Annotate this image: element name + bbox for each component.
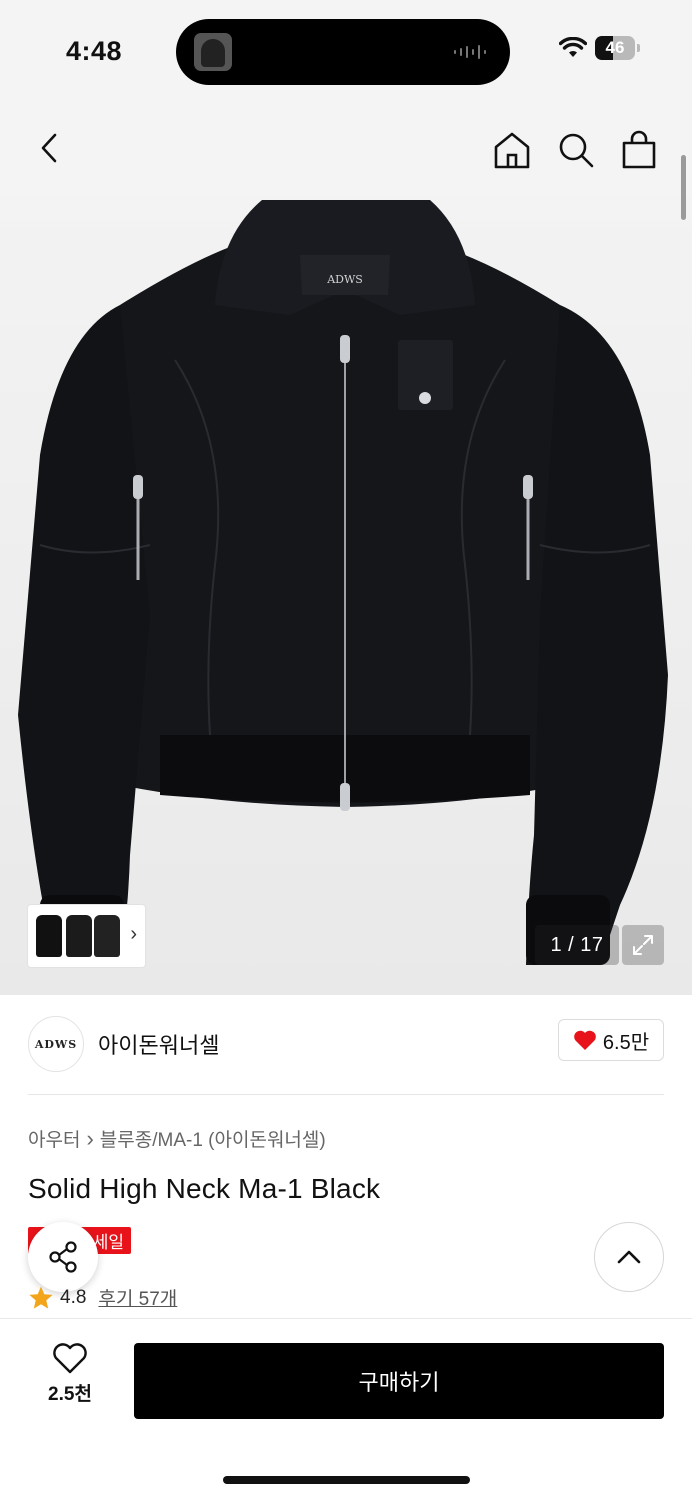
sale-badge-label: 세일 <box>92 1233 124 1252</box>
status-indicators: 46 <box>559 36 640 60</box>
heart-icon <box>574 1030 596 1050</box>
brand-logo[interactable]: ADWS <box>28 1016 84 1072</box>
share-icon <box>49 1241 77 1273</box>
status-bar: 4:48 46 <box>0 0 692 100</box>
bag-icon[interactable] <box>620 130 658 170</box>
thumbnail-1[interactable] <box>36 915 62 957</box>
breadcrumb: 아우터 › 블루종/MA-1 (아이돈워너셀) <box>28 1125 326 1152</box>
home-indicator[interactable] <box>223 1476 470 1484</box>
svg-text:ADWS: ADWS <box>326 273 363 286</box>
review-link[interactable]: 후기 57개 <box>98 1284 177 1311</box>
garment-label: ADWS <box>326 273 363 286</box>
home-icon[interactable] <box>492 130 532 170</box>
heart-outline-icon <box>53 1343 87 1374</box>
divider <box>28 1094 664 1095</box>
chevron-right-icon[interactable]: › <box>130 923 137 946</box>
brand-like-button[interactable]: 6.5만 <box>558 1019 664 1061</box>
battery-level: 46 <box>605 38 625 57</box>
back-icon[interactable] <box>32 130 68 166</box>
breadcrumb-subcategory[interactable]: 블루종/MA-1 (아이돈워너셀) <box>100 1125 326 1152</box>
expand-image-button[interactable] <box>622 925 664 965</box>
brand-name[interactable]: 아이돈워너셀 <box>98 1028 219 1060</box>
now-playing-artwork <box>194 33 232 71</box>
image-thumbnail-strip[interactable]: › <box>28 905 145 967</box>
brand-like-count: 6.5만 <box>602 1031 650 1054</box>
rating-score: 4.8 <box>60 1286 87 1308</box>
product-image-carousel[interactable]: ADWS <box>0 195 692 995</box>
buy-button[interactable]: 구매하기 <box>134 1343 664 1419</box>
bottom-action-bar: 2.5천 구매하기 <box>0 1318 692 1500</box>
thumbnail-3[interactable] <box>94 915 120 957</box>
battery-indicator: 46 <box>595 36 635 60</box>
expand-icon <box>633 935 653 955</box>
scroll-indicator[interactable] <box>681 155 686 220</box>
breadcrumb-separator: › <box>86 1125 94 1151</box>
audio-wave-icon <box>454 45 486 59</box>
product-title: Solid High Neck Ma-1 Black <box>28 1173 381 1204</box>
thumbnail-2[interactable] <box>66 915 92 957</box>
star-icon <box>29 1286 53 1309</box>
status-time: 4:48 <box>66 36 123 66</box>
rating-row: 4.8 후기 57개 <box>28 1284 177 1311</box>
wishlist-button[interactable]: 2.5천 <box>34 1343 106 1406</box>
wifi-icon <box>559 37 587 57</box>
dynamic-island[interactable] <box>176 19 510 85</box>
share-button[interactable] <box>28 1222 98 1292</box>
breadcrumb-category[interactable]: 아우터 <box>28 1125 80 1152</box>
image-page-counter: 1 / 17 <box>535 925 619 965</box>
brand-row[interactable]: ADWS 아이돈워너셀 6.5만 <box>0 995 692 1095</box>
chevron-up-icon <box>617 1250 641 1264</box>
wishlist-count: 2.5천 <box>48 1384 92 1405</box>
top-nav <box>0 100 692 195</box>
search-icon[interactable] <box>556 130 596 170</box>
scroll-to-top-button[interactable] <box>594 1222 664 1292</box>
